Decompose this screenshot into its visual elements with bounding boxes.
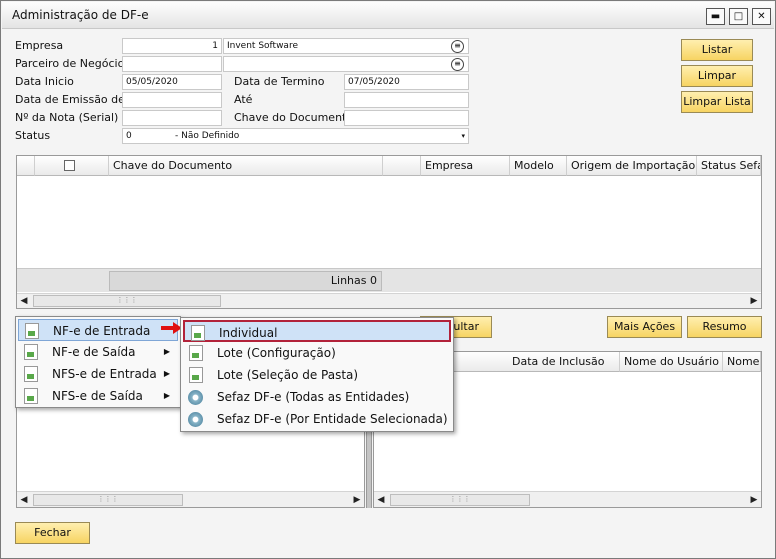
row-header-cell: [17, 156, 35, 176]
menu-item-lote-selecao-pasta[interactable]: Lote (Seleção de Pasta): [183, 364, 451, 386]
empresa-name-field[interactable]: Invent Software: [223, 38, 469, 54]
scroll-left-icon[interactable]: ◀: [17, 493, 31, 507]
parceiro-label: Parceiro de Negócios: [15, 57, 131, 70]
nota-field[interactable]: [122, 110, 222, 126]
nfe-entrada-submenu: Individual Lote (Configuração) Lote (Sel…: [180, 317, 454, 432]
scroll-left-icon[interactable]: ◀: [374, 493, 388, 507]
menu-item-sefaz-selecionada[interactable]: Sefaz DF-e (Por Entidade Selecionada): [183, 408, 451, 430]
select-all-checkbox[interactable]: [64, 160, 75, 171]
scroll-thumb[interactable]: ⋮⋮⋮: [390, 494, 530, 506]
close-button[interactable]: ✕: [752, 8, 771, 25]
menu-item-nfse-saida[interactable]: NFS-e de Saída ▶: [18, 385, 178, 407]
menu-item-lote-configuracao[interactable]: Lote (Configuração): [183, 342, 451, 364]
row-count: Linhas 0: [109, 271, 382, 291]
ate-label: Até: [234, 93, 253, 106]
title-bar: Administração de DF-e ▬ □ ✕: [2, 2, 774, 29]
documents-grid[interactable]: Chave do Documento Empresa Modelo Origem…: [16, 155, 762, 309]
chave-field[interactable]: [344, 110, 469, 126]
col-blank[interactable]: [383, 156, 421, 176]
minimize-button[interactable]: ▬: [706, 8, 725, 25]
listar-button[interactable]: Listar: [681, 39, 753, 61]
grid-footer: Linhas 0: [17, 268, 761, 292]
chevron-right-icon: ▶: [163, 347, 170, 356]
document-icon: [24, 388, 38, 404]
col-origem[interactable]: Origem de Importação: [567, 156, 697, 176]
menu-item-individual[interactable]: Individual: [183, 320, 451, 342]
select-all-cell[interactable]: [35, 156, 109, 176]
empresa-choose-icon[interactable]: ≡: [451, 40, 464, 53]
menu-item-sefaz-todas[interactable]: Sefaz DF-e (Todas as Entidades): [183, 386, 451, 408]
status-code: 0: [126, 131, 132, 141]
chevron-right-icon: ▶: [163, 391, 170, 400]
col-nome[interactable]: Nome do: [723, 352, 761, 372]
scroll-right-icon[interactable]: ▶: [350, 493, 364, 507]
document-icon: [191, 325, 205, 341]
data-inicio-field[interactable]: 05/05/2020: [122, 74, 222, 90]
data-emissao-label: Data de Emissão de: [15, 93, 125, 106]
data-emissao-field[interactable]: [122, 92, 222, 108]
window-title: Administração de DF-e: [12, 8, 149, 22]
data-termino-label: Data de Termino: [234, 75, 325, 88]
document-icon: [24, 344, 38, 360]
status-label: Status: [15, 129, 51, 142]
document-icon: [189, 345, 203, 361]
scroll-right-icon[interactable]: ▶: [747, 294, 761, 308]
import-menu: NF-e de Entrada NF-e de Saída ▶ NFS-e de…: [15, 316, 181, 408]
col-chave[interactable]: Chave do Documento: [109, 156, 383, 176]
limpar-lista-button[interactable]: Limpar Lista: [681, 91, 753, 113]
gear-icon: [188, 412, 203, 427]
menu-item-nfe-saida[interactable]: NF-e de Saída ▶: [18, 341, 178, 363]
mais-acoes-button[interactable]: Mais Ações: [607, 316, 682, 338]
scroll-left-icon[interactable]: ◀: [17, 294, 31, 308]
empresa-label: Empresa: [15, 39, 64, 52]
nota-label: Nº da Nota (Serial): [15, 111, 119, 124]
menu-item-nfse-entrada[interactable]: NFS-e de Entrada ▶: [18, 363, 178, 385]
col-data-inclusao[interactable]: Data de Inclusão: [508, 352, 620, 372]
gear-icon: [188, 390, 203, 405]
parceiro-name-field[interactable]: [223, 56, 469, 72]
maximize-button[interactable]: □: [729, 8, 748, 25]
scroll-thumb[interactable]: ⋮⋮⋮: [33, 295, 221, 307]
data-termino-field[interactable]: 07/05/2020: [344, 74, 469, 90]
parceiro-choose-icon[interactable]: ≡: [451, 58, 464, 71]
horizontal-scrollbar[interactable]: ◀ ⋮⋮⋮ ▶: [17, 293, 761, 308]
window: Administração de DF-e ▬ □ ✕ Empresa Parc…: [0, 0, 776, 559]
scroll-right-icon[interactable]: ▶: [747, 493, 761, 507]
col-nome-usuario[interactable]: Nome do Usuário: [620, 352, 723, 372]
document-icon: [25, 323, 39, 339]
col-status-sefaz[interactable]: Status Sefaz: [697, 156, 761, 176]
document-icon: [189, 367, 203, 383]
ate-field[interactable]: [344, 92, 469, 108]
col-modelo[interactable]: Modelo: [510, 156, 567, 176]
scroll-thumb[interactable]: ⋮⋮⋮: [33, 494, 183, 506]
menu-item-nfe-entrada[interactable]: NF-e de Entrada: [18, 319, 178, 341]
fechar-button[interactable]: Fechar: [15, 522, 90, 544]
lower-left-scrollbar[interactable]: ◀ ⋮⋮⋮ ▶: [17, 491, 364, 507]
parceiro-code-field[interactable]: [122, 56, 222, 72]
limpar-filtros-button[interactable]: Limpar Filtros: [681, 65, 753, 102]
col-empresa[interactable]: Empresa: [421, 156, 510, 176]
document-icon: [24, 366, 38, 382]
status-value: - Não Definido: [175, 131, 240, 141]
chevron-right-icon: ▶: [163, 369, 170, 378]
resumo-button[interactable]: Resumo: [687, 316, 762, 338]
chevron-down-icon: ▾: [461, 132, 465, 140]
status-select[interactable]: 0 - Não Definido ▾: [122, 128, 469, 144]
empresa-code-field[interactable]: 1: [122, 38, 222, 54]
chave-label: Chave do Documento: [234, 111, 354, 124]
lower-right-scrollbar[interactable]: ◀ ⋮⋮⋮ ▶: [374, 491, 761, 507]
data-inicio-label: Data Inicio: [15, 75, 74, 88]
